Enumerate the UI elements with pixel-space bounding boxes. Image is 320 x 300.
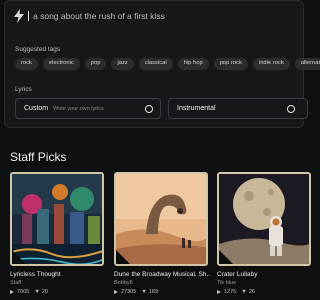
staff-picks-title: Staff Picks — [10, 150, 67, 164]
heart-icon[interactable]: ♥ — [242, 289, 246, 295]
corner-mark-icon — [116, 250, 130, 264]
song-stats: 27305 ♥ 189 — [114, 289, 210, 295]
song-card[interactable]: Dune the Broadway Musical, Sh... Bobby8 … — [114, 172, 210, 295]
song-card[interactable]: Lyricless Thought Staff 7005 ♥ 20 — [10, 172, 106, 295]
song-author[interactable]: Staff — [10, 280, 106, 286]
cover-art[interactable] — [10, 172, 104, 266]
cover-art[interactable] — [217, 172, 311, 266]
song-title[interactable]: Crater Lullaby — [217, 271, 313, 278]
like-count: 26 — [248, 289, 255, 295]
play-count: 7005 — [17, 289, 30, 295]
prompt-input[interactable]: a song about the rush of a first kiss — [13, 9, 165, 23]
lyrics-label: Lyrics — [15, 86, 32, 93]
like-count: 20 — [41, 289, 48, 295]
song-title[interactable]: Lyricless Thought — [10, 271, 106, 278]
tag-list: rock electronic pop jazz classical hip h… — [15, 58, 320, 70]
song-card[interactable]: Crater Lullaby Tik blue 1276 ♥ 26 — [217, 172, 313, 295]
corner-mark-icon — [12, 250, 26, 264]
tag-chip[interactable]: hip hop — [177, 58, 209, 70]
tag-chip[interactable]: rock — [15, 58, 38, 70]
instrumental-option-label: Instrumental — [177, 105, 216, 112]
tag-chip[interactable]: indie rock — [252, 58, 290, 70]
radio-button-instrumental[interactable] — [287, 105, 295, 113]
cover-art[interactable] — [114, 172, 208, 266]
custom-option-label: Custom — [24, 105, 49, 112]
suggested-tags-label: Suggested tags — [15, 46, 61, 53]
tag-chip[interactable]: classical — [138, 58, 173, 70]
tag-chip[interactable]: jazz — [111, 58, 134, 70]
play-count: 27305 — [121, 289, 137, 295]
tag-chip[interactable]: electronic — [42, 58, 80, 70]
tag-chip[interactable]: pop rock — [213, 58, 248, 70]
song-stats: 7005 ♥ 20 — [10, 289, 106, 295]
tag-chip[interactable]: alternat — [294, 58, 320, 70]
heart-icon[interactable]: ♥ — [142, 289, 146, 295]
corner-mark-icon — [219, 250, 233, 264]
play-count-icon — [217, 290, 221, 294]
bolt-icon — [14, 9, 24, 23]
heart-icon[interactable]: ♥ — [35, 289, 39, 295]
song-author[interactable]: Tik blue — [217, 280, 313, 286]
play-count-icon — [114, 290, 118, 294]
song-title[interactable]: Dune the Broadway Musical, Sh... — [114, 271, 210, 278]
play-count: 1276 — [224, 289, 237, 295]
custom-lyrics-option[interactable]: Custom Write your own lyrics — [15, 98, 161, 119]
like-count: 189 — [148, 289, 159, 295]
play-count-icon — [10, 290, 14, 294]
instrumental-option[interactable]: Instrumental — [168, 98, 308, 119]
custom-option-hint: Write your own lyrics — [53, 105, 104, 112]
song-stats: 1276 ♥ 26 — [217, 289, 313, 295]
prompt-text: a song about the rush of a first kiss — [33, 11, 165, 21]
song-author[interactable]: Bobby8 — [114, 280, 210, 286]
radio-button-custom[interactable] — [145, 105, 153, 113]
prompt-panel: a song about the rush of a first kiss Su… — [4, 0, 320, 128]
text-caret — [28, 11, 29, 21]
tag-chip[interactable]: pop — [84, 58, 107, 70]
